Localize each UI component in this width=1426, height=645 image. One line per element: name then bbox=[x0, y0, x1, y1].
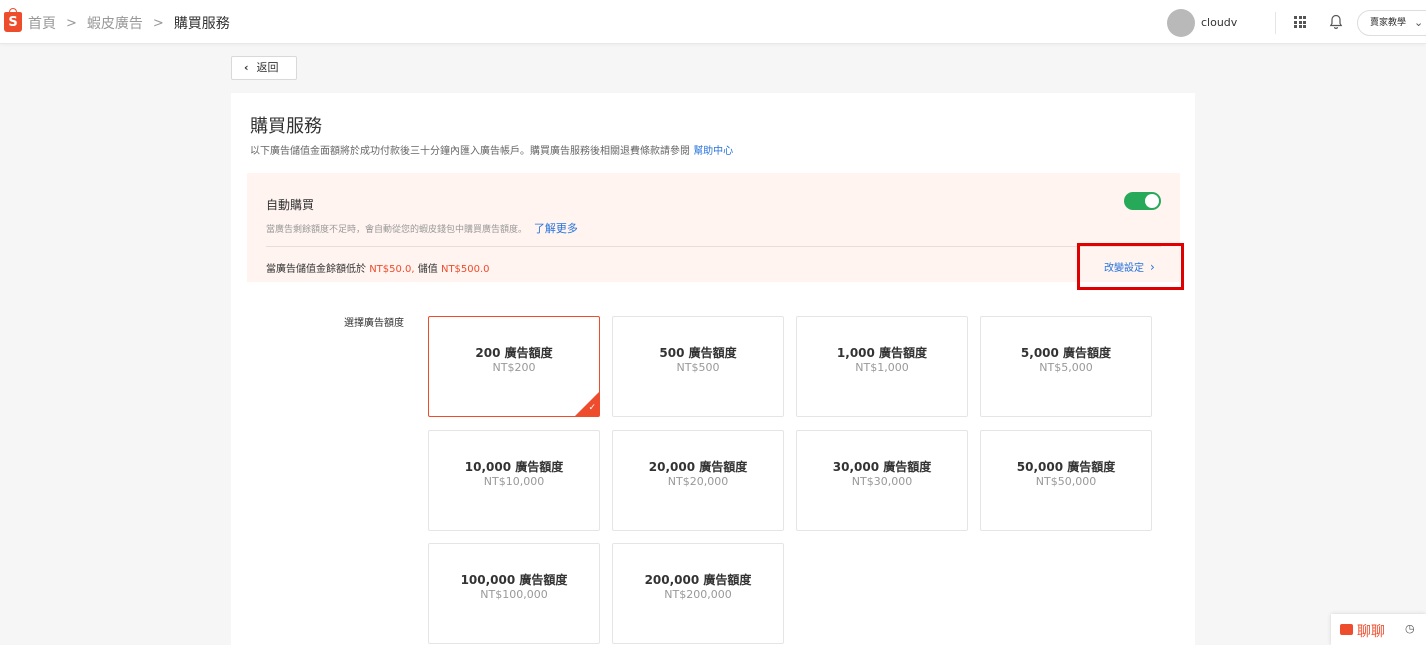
option-price: NT$100,000 bbox=[480, 588, 548, 601]
option-price: NT$200,000 bbox=[664, 588, 732, 601]
option-price: NT$500 bbox=[676, 361, 720, 374]
amount-option-200000[interactable]: 200,000 廣告額度 NT$200,000 bbox=[612, 543, 784, 644]
option-amount: 20,000 廣告額度 bbox=[648, 460, 748, 474]
apps-grid-icon[interactable] bbox=[1294, 16, 1306, 28]
purchase-service-card: 購買服務 以下廣告儲值金面額將於成功付款後三十分鐘內匯入廣告帳戶。購買廣告服務後… bbox=[231, 93, 1195, 645]
auto-purchase-toggle[interactable] bbox=[1124, 192, 1161, 210]
option-amount: 1,000 廣告額度 bbox=[836, 346, 928, 360]
highlight-box bbox=[1077, 243, 1184, 290]
seller-education-button[interactable]: 賣家教學 ⌄ bbox=[1357, 10, 1426, 36]
auto-purchase-panel: 自動購買 當廣告剩餘額度不足時，會自動從您的蝦皮錢包中購買廣告額度。 了解更多 … bbox=[247, 173, 1180, 282]
breadcrumb: 首頁 > 蝦皮廣告 > 購買服務 bbox=[28, 13, 230, 33]
page-title: 購買服務 bbox=[250, 116, 322, 137]
auto-purchase-description: 當廣告剩餘額度不足時，會自動從您的蝦皮錢包中購買廣告額度。 了解更多 bbox=[266, 220, 578, 236]
seller-education-label: 賣家教學 bbox=[1370, 18, 1407, 28]
option-amount: 100,000 廣告額度 bbox=[460, 573, 568, 587]
check-icon: ✓ bbox=[588, 403, 596, 413]
option-price: NT$200 bbox=[492, 361, 536, 374]
chevron-down-icon: ⌄ bbox=[1414, 16, 1424, 29]
username[interactable]: cloudv bbox=[1201, 16, 1241, 29]
header-divider bbox=[1275, 12, 1276, 34]
option-amount: 200 廣告額度 bbox=[475, 346, 553, 360]
option-price: NT$50,000 bbox=[1035, 475, 1097, 488]
option-amount: 10,000 廣告額度 bbox=[464, 460, 564, 474]
amount-option-30000[interactable]: 30,000 廣告額度 NT$30,000 bbox=[796, 430, 968, 531]
back-button[interactable]: ‹ 返回 bbox=[231, 56, 297, 80]
avatar[interactable] bbox=[1167, 9, 1195, 37]
auto-purchase-description-text: 當廣告剩餘額度不足時，會自動從您的蝦皮錢包中購買廣告額度。 bbox=[266, 225, 528, 235]
learn-more-link[interactable]: 了解更多 bbox=[534, 222, 578, 235]
chevron-left-icon: ‹ bbox=[244, 61, 249, 74]
auto-purchase-rule: 當廣告儲值金餘額低於 NT$50.0, 儲值 NT$500.0 bbox=[266, 260, 490, 275]
chat-label: 聊聊 bbox=[1357, 624, 1385, 640]
top-navigation-bar: S 首頁 > 蝦皮廣告 > 購買服務 cloudv 賣家教學 ⌄ bbox=[0, 0, 1426, 44]
breadcrumb-separator-icon: > bbox=[66, 15, 77, 31]
breadcrumb-current-page: 購買服務 bbox=[173, 16, 230, 32]
option-price: NT$5,000 bbox=[1039, 361, 1093, 374]
amount-option-100000[interactable]: 100,000 廣告額度 NT$100,000 bbox=[428, 543, 600, 644]
amount-option-1000[interactable]: 1,000 廣告額度 NT$1,000 bbox=[796, 316, 968, 417]
subtitle-text: 以下廣告儲值金面額將於成功付款後三十分鐘內匯入廣告帳戶。購買廣告服務後相關退費條… bbox=[250, 146, 690, 157]
option-price: NT$1,000 bbox=[855, 361, 909, 374]
option-amount: 30,000 廣告額度 bbox=[832, 460, 932, 474]
amount-option-5000[interactable]: 5,000 廣告額度 NT$5,000 bbox=[980, 316, 1152, 417]
amount-option-20000[interactable]: 20,000 廣告額度 NT$20,000 bbox=[612, 430, 784, 531]
breadcrumb-shopee-ads[interactable]: 蝦皮廣告 bbox=[87, 13, 143, 33]
page-subtitle: 以下廣告儲值金面額將於成功付款後三十分鐘內匯入廣告帳戶。購買廣告服務後相關退費條… bbox=[250, 142, 733, 157]
amount-option-500[interactable]: 500 廣告額度 NT$500 bbox=[612, 316, 784, 417]
auto-purchase-title: 自動購買 bbox=[266, 198, 315, 212]
rule-prefix: 當廣告儲值金餘額低於 bbox=[266, 264, 366, 275]
amount-option-200[interactable]: 200 廣告額度 NT$200 ✓ bbox=[428, 316, 600, 417]
back-label: 返回 bbox=[256, 61, 279, 74]
option-price: NT$30,000 bbox=[851, 475, 913, 488]
chat-bubble-icon bbox=[1340, 624, 1353, 635]
chat-widget[interactable]: 聊聊 ◷ bbox=[1331, 614, 1426, 645]
option-amount: 500 廣告額度 bbox=[659, 346, 737, 360]
amount-option-10000[interactable]: 10,000 廣告額度 NT$10,000 bbox=[428, 430, 600, 531]
breadcrumb-separator-icon: > bbox=[152, 15, 164, 31]
breadcrumb-home[interactable]: 首頁 bbox=[28, 13, 56, 33]
auto-purchase-divider bbox=[266, 246, 1161, 247]
option-price: NT$10,000 bbox=[483, 475, 545, 488]
option-amount: 50,000 廣告額度 bbox=[1016, 460, 1116, 474]
rule-middle: 儲值 bbox=[417, 264, 438, 275]
option-price: NT$20,000 bbox=[667, 475, 729, 488]
help-center-link[interactable]: 幫助中心 bbox=[693, 146, 733, 157]
bell-icon[interactable] bbox=[1329, 14, 1343, 30]
option-amount: 200,000 廣告額度 bbox=[644, 573, 752, 587]
option-amount: 5,000 廣告額度 bbox=[1020, 346, 1112, 360]
minimize-icon[interactable]: ◷ bbox=[1405, 622, 1415, 635]
amount-select-label: 選擇廣告額度 bbox=[344, 318, 404, 329]
topup-value: NT$500.0 bbox=[440, 264, 490, 275]
shopee-logo-icon[interactable]: S bbox=[4, 8, 22, 32]
amount-option-50000[interactable]: 50,000 廣告額度 NT$50,000 bbox=[980, 430, 1152, 531]
threshold-value: NT$50.0, bbox=[369, 264, 415, 275]
